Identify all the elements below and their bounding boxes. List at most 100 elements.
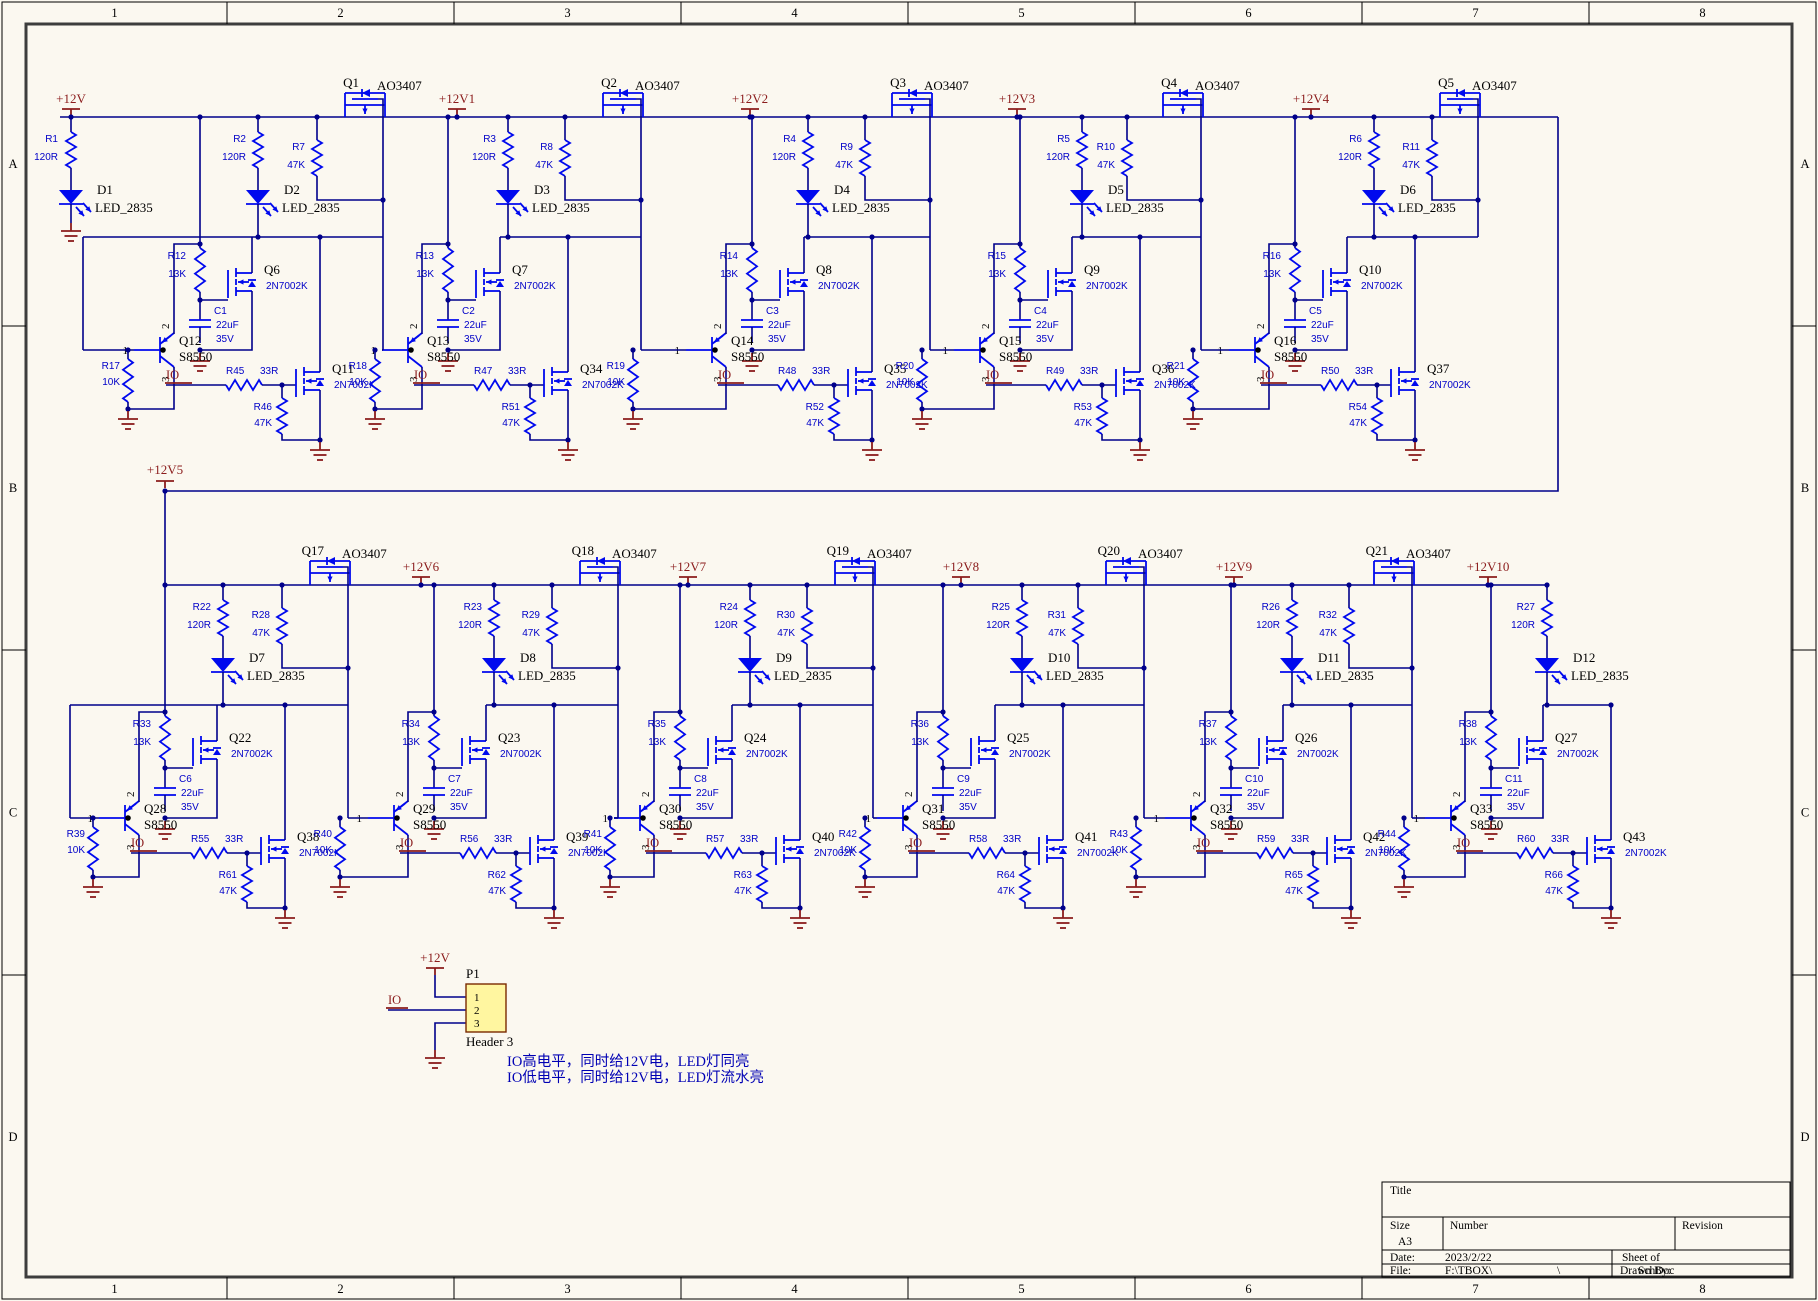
mosfet-Q24[interactable]: Q242N7002K [708,730,788,766]
mosfet-Q35[interactable]: Q352N7002K [848,361,928,397]
circuit-section-8[interactable]: +12V7R24120RD9LED_2835R3047KQ19AO3407R35… [584,543,913,928]
resistor-R25[interactable]: R25120R [986,585,1027,658]
resistor-R21[interactable]: R2110K [1167,350,1198,409]
resistor-R19[interactable]: R1910K [607,350,638,409]
power-net-text: +12V2 [732,91,768,106]
resistor-R51[interactable]: R5147K [502,385,568,440]
mosfet-Q20[interactable]: Q20AO3407 [1098,543,1184,585]
led-D11[interactable]: D11LED_2835 [1280,650,1374,684]
led-D2[interactable]: D2LED_2835 [246,182,340,216]
resistor-R22[interactable]: R22120R [187,585,228,658]
led-D5[interactable]: D5LED_2835 [1070,182,1164,216]
mosfet-Q18[interactable]: Q18AO3407 [572,543,658,585]
schematic-canvas[interactable]: 1122334455667788AABBCCDDTitleSizeA3Numbe… [0,0,1818,1301]
resistor-R4[interactable]: R4120R [772,117,813,190]
resistor-R29[interactable]: R2947K [522,585,618,668]
resistor-R40[interactable]: R4010K [314,818,345,877]
resistor-R7[interactable]: R747K [287,117,383,200]
led-D4[interactable]: D4LED_2835 [796,182,890,216]
resistor-R59[interactable]: R5933R [1197,834,1327,858]
resistor-R44[interactable]: R4410K [1378,818,1409,877]
circuit-section-7[interactable]: +12V6R23120RD8LED_2835R2947KQ18AO3407R34… [314,543,658,928]
power-net-label: +12V1 [439,91,475,116]
resistor-R56[interactable]: R5633R [400,834,530,858]
resistor-R46[interactable]: R4647K [254,385,320,440]
resistor-R17[interactable]: R1710K [102,350,133,409]
circuit-section-4[interactable]: +12V3R5120RD5LED_2835R1047KQ4AO3407R1513… [896,75,1241,460]
resistor-R60[interactable]: R6033R [1457,834,1587,858]
resistor-R57[interactable]: R5733R [646,834,776,858]
led-D1[interactable]: D1LED_2835 [59,182,153,216]
circuit-section-9[interactable]: +12V8R25120RD10LED_2835R3147KQ20AO3407R3… [839,543,1184,928]
resistor-R45[interactable]: R4533R [166,366,296,390]
resistor-R52[interactable]: R5247K [806,385,872,440]
resistor-R3[interactable]: R3120R [472,117,513,190]
led-D8[interactable]: D8LED_2835 [482,650,576,684]
always-on-led-branch[interactable]: R1120RD1LED_2835 [34,117,153,241]
resistor-R39[interactable]: R3910K [67,818,98,877]
resistor-R65[interactable]: R6547K [1285,853,1351,908]
led-D12[interactable]: D12LED_2835 [1535,650,1629,684]
led-D7[interactable]: D7LED_2835 [211,650,305,684]
mosfet-Q26[interactable]: Q262N7002K [1259,730,1339,766]
resistor-R58[interactable]: R5833R [909,834,1039,858]
circuit-section-1[interactable]: +12VR2120RD2LED_2835R747KQ1AO3407R1213KQ… [34,75,422,460]
resistor-R8[interactable]: R847K [535,117,641,200]
mosfet-Q7[interactable]: Q72N7002K [476,262,556,298]
circuit-section-3[interactable]: +12V2R4120RD4LED_2835R947KQ3AO3407R1413K… [607,75,970,460]
resistor-R48[interactable]: R4833R [718,366,848,390]
resistor-R53[interactable]: R5347K [1074,385,1140,440]
mosfet-Q19[interactable]: Q19AO3407 [827,543,913,585]
mosfet-Q23[interactable]: Q232N7002K [462,730,542,766]
mosfet-Q43[interactable]: Q432N7002K [1587,829,1667,865]
connector-body[interactable] [466,984,506,1032]
mosfet-Q10[interactable]: Q102N7002K [1323,262,1403,298]
circuit-section-11[interactable]: +12V10R27120RD12LED_2835R3813KQ272N7002K… [1378,559,1667,928]
resistor-R18[interactable]: R1810K [349,350,380,409]
led-D9[interactable]: D9LED_2835 [738,650,832,684]
circuit-section-2[interactable]: +12V1R3120RD3LED_2835R847KQ2AO3407R1313K… [349,75,681,460]
resistor-R5[interactable]: R5120R [1046,117,1087,190]
cap-ref: C11 [1505,774,1523,785]
mosfet-Q6[interactable]: Q62N7002K [228,262,308,298]
resistor-R23[interactable]: R23120R [458,585,499,658]
mosfet-Q9[interactable]: Q92N7002K [1048,262,1128,298]
mosfet-Q22[interactable]: Q222N7002K [193,730,273,766]
circuit-section-10[interactable]: +12V9R26120RD11LED_2835R3247KQ21AO3407R3… [1110,543,1452,928]
resistor-R47[interactable]: R4733R [414,366,544,390]
revision-label: Revision [1682,1220,1723,1232]
pin-number: 2 [640,792,652,798]
resistor-R28[interactable]: R2847K [252,585,348,668]
resistor-R49[interactable]: R4933R [986,366,1116,390]
header-connector[interactable]: +12VIOP1123Header 3 [386,950,513,1068]
resistor-R24[interactable]: R24120R [714,585,755,658]
mosfet-Q41[interactable]: Q412N7002K [1039,829,1119,865]
resistor-R43[interactable]: R4310K [1110,818,1141,877]
mosfet-Q17[interactable]: Q17AO3407 [302,543,388,585]
resistor-R54[interactable]: R5447K [1349,385,1415,440]
column-label: 5 [1018,6,1024,20]
resistor-R50[interactable]: R5033R [1261,366,1391,390]
resistor-R63[interactable]: R6347K [734,853,800,908]
resistor-R26[interactable]: R26120R [1256,585,1297,658]
mosfet-Q8[interactable]: Q82N7002K [780,262,860,298]
resistor-R42[interactable]: R4210K [839,818,870,877]
resistor-R27[interactable]: R27120R [1511,585,1552,658]
resistor-R66[interactable]: R6647K [1545,853,1611,908]
led-D10[interactable]: D10LED_2835 [1010,650,1104,684]
mosfet-Q27[interactable]: Q272N7002K [1519,730,1599,766]
resistor-R61[interactable]: R6147K [219,853,285,908]
circuit-section-5[interactable]: +12V4R6120RD6LED_2835R1147KQ5AO3407R1613… [1167,75,1518,460]
led-D6[interactable]: D6LED_2835 [1362,182,1456,216]
mosfet-Q21[interactable]: Q21AO3407 [1366,543,1452,585]
resistor-R6[interactable]: R6120R [1338,117,1379,190]
resistor-R55[interactable]: R5533R [131,834,261,858]
resistor-R64[interactable]: R6447K [997,853,1063,908]
mosfet-Q37[interactable]: Q372N7002K [1391,361,1471,397]
mosfet-Q25[interactable]: Q252N7002K [971,730,1051,766]
led-D3[interactable]: D3LED_2835 [496,182,590,216]
resistor-R2[interactable]: R2120R [222,117,263,190]
resistor-R20[interactable]: R2010K [896,350,927,409]
resistor-R41[interactable]: R4110K [584,818,615,877]
resistor-R62[interactable]: R6247K [488,853,554,908]
